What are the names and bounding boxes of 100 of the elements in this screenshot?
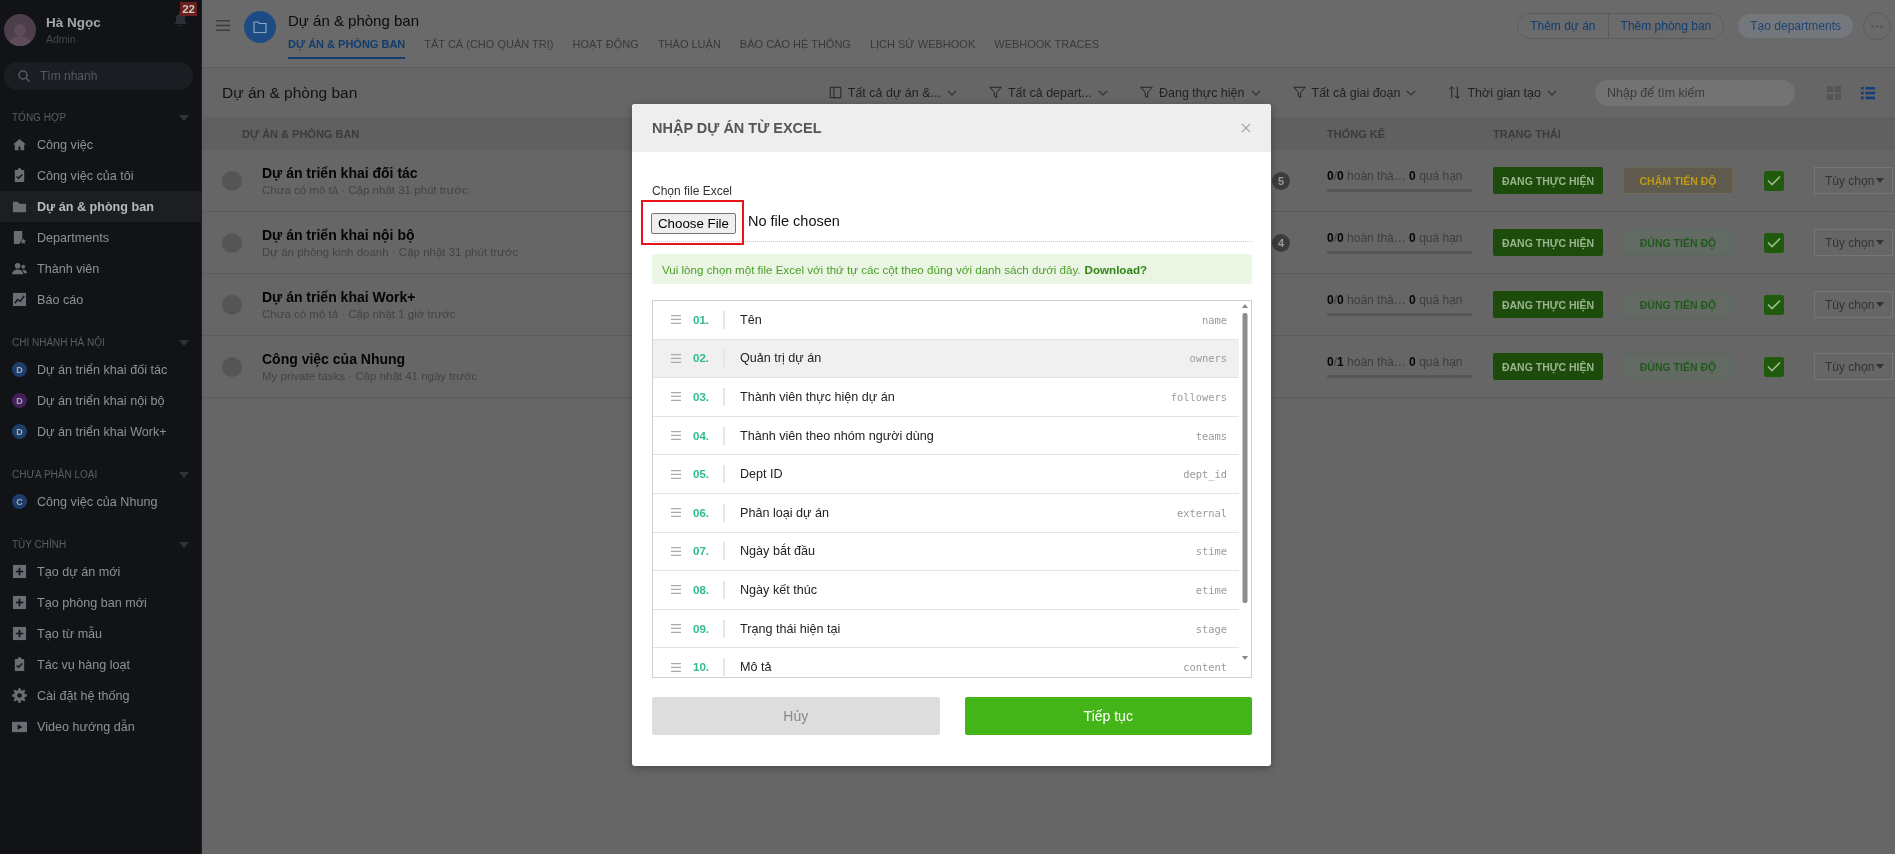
column-label: Quản trị dự án: [740, 351, 823, 366]
sidebar-item[interactable]: Thành viên: [0, 253, 201, 284]
sidebar-item[interactable]: Tạo phòng ban mới: [0, 587, 201, 618]
stage-badge[interactable]: ĐANG THỰC HIỆN: [1493, 167, 1603, 194]
filter-dropdown[interactable]: Tất cả depart...: [982, 84, 1114, 101]
progress-status-badge: CHẬM TIẾN ĐỘ: [1623, 167, 1733, 194]
sidebar-item[interactable]: Video hướng dẫn: [0, 711, 201, 742]
chart-icon: [12, 292, 27, 307]
choose-file-button[interactable]: Choose File: [651, 213, 736, 234]
project-name[interactable]: Dự án triển khai đối tác: [262, 165, 468, 181]
sidebar-item[interactable]: Dự án & phòng ban: [0, 191, 201, 222]
columns-icon: [828, 86, 842, 99]
caret-icon: [1876, 240, 1885, 245]
sidebar-item[interactable]: C Công việc của Nhung: [0, 486, 201, 517]
column-index: 08.: [693, 583, 710, 596]
column-label: Ngày kết thúc: [740, 582, 818, 597]
column-list-row[interactable]: 07. Ngày bắt đầu stime: [653, 532, 1239, 572]
column-label: Thành viên thực hiện dự án: [740, 390, 896, 404]
drag-handle-icon[interactable]: [671, 353, 681, 363]
field-key: teams: [1195, 429, 1227, 442]
column-label: Mô tả: [740, 660, 773, 675]
document-star-icon: [12, 230, 27, 245]
drag-handle-icon[interactable]: [671, 431, 681, 441]
column-list-row[interactable]: 02. Quản trị dự án owners: [653, 339, 1239, 379]
field-key: stage: [1195, 622, 1227, 635]
chevron-down-icon: [946, 89, 957, 96]
page-title: Dự án & phòng ban: [288, 12, 420, 29]
continue-button[interactable]: Tiếp tục: [964, 697, 1252, 735]
column-index: 07.: [693, 545, 710, 558]
project-name[interactable]: Công việc của Nhung: [262, 351, 478, 367]
folder-icon: [244, 11, 276, 43]
filter-dropdown[interactable]: Tất cả dự án &...: [822, 84, 963, 101]
column-list-row[interactable]: 04. Thành viên theo nhóm người dùng teams: [653, 416, 1239, 456]
chevron-down-icon: [1406, 89, 1417, 96]
plus-square-icon: [12, 564, 27, 579]
checkbox[interactable]: [1764, 232, 1784, 253]
search-field[interactable]: Tìm nhanh: [4, 62, 193, 90]
sidebar-item[interactable]: Công việc: [0, 129, 201, 160]
sidebar-item[interactable]: Công việc của tôi: [0, 160, 201, 191]
folder-icon: [12, 199, 27, 214]
column-index: 01.: [693, 313, 710, 326]
list-view-icon[interactable]: [1861, 85, 1875, 100]
sidebar-item[interactable]: D Dự án triển khai Work+: [0, 416, 201, 447]
menu-icon[interactable]: [216, 20, 230, 31]
drag-handle-icon[interactable]: [671, 624, 681, 634]
drag-handle-icon[interactable]: [671, 469, 681, 479]
home-icon: [12, 137, 27, 152]
column-list-row[interactable]: 10. Mô tả content: [653, 648, 1239, 677]
filter-dropdown[interactable]: Đang thực hiện: [1134, 84, 1267, 101]
project-letter-badge: D: [12, 362, 27, 377]
drag-handle-icon[interactable]: [671, 546, 681, 556]
stage-badge[interactable]: ĐANG THỰC HIỆN: [1493, 229, 1603, 256]
caret-icon: [1876, 364, 1885, 369]
scrollbar[interactable]: [1241, 303, 1249, 662]
sidebar-item[interactable]: Báo cáo: [0, 284, 201, 315]
checkbox[interactable]: [1764, 356, 1784, 377]
caret-icon[interactable]: [179, 471, 189, 478]
sidebar-item[interactable]: Tác vụ hàng loạt: [0, 649, 201, 680]
drag-handle-icon[interactable]: [671, 508, 681, 518]
drag-handle-icon[interactable]: [671, 585, 681, 595]
notification-count: 22: [180, 2, 197, 16]
column-list-row[interactable]: 01. Tên name: [653, 301, 1239, 340]
column-label: Dept ID: [740, 467, 784, 482]
sidebar-item[interactable]: Departments: [0, 222, 201, 253]
filter-dropdown[interactable]: Thời gian tạo: [1442, 84, 1563, 101]
check-icon: [1767, 175, 1781, 186]
column-list-row[interactable]: 09. Trạng thái hiện tại stage: [653, 609, 1239, 649]
sidebar-item[interactable]: D Dự án triển khai đối tác: [0, 354, 201, 385]
checkbox[interactable]: [1764, 170, 1784, 191]
project-name[interactable]: Dự án triển khai Work+: [262, 289, 456, 305]
drag-handle-icon[interactable]: [671, 392, 681, 402]
column-index: 10.: [693, 661, 710, 674]
bell-icon[interactable]: [174, 12, 187, 26]
close-icon[interactable]: [1241, 123, 1251, 133]
sidebar-item[interactable]: D Dự án triển khai nội bộ: [0, 385, 201, 416]
project-name[interactable]: Dự án triển khai nội bộ: [262, 227, 519, 243]
download-link[interactable]: Download?: [1084, 262, 1148, 276]
filter-icon: [1292, 86, 1306, 99]
cancel-button[interactable]: Hủy: [652, 697, 940, 735]
sidebar-item[interactable]: Tạo dự án mới: [0, 556, 201, 587]
sidebar-item[interactable]: Cài đặt hệ thống: [0, 680, 201, 711]
drag-handle-icon[interactable]: [671, 662, 681, 672]
column-index: 04.: [693, 429, 710, 442]
caret-icon[interactable]: [179, 339, 189, 346]
stage-badge[interactable]: ĐANG THỰC HIỆN: [1493, 353, 1603, 380]
drag-handle-icon[interactable]: [671, 315, 681, 325]
caret-icon[interactable]: [179, 114, 189, 121]
stage-badge[interactable]: ĐANG THỰC HIỆN: [1493, 291, 1603, 318]
sidebar-item[interactable]: Tạo từ mẫu: [0, 618, 201, 649]
column-list-row[interactable]: 06. Phân loại dự án external: [653, 493, 1239, 533]
column-label: Trạng thái hiện tại: [740, 621, 842, 636]
column-list-row[interactable]: 05. Dept ID dept_id: [653, 455, 1239, 494]
caret-icon[interactable]: [179, 541, 189, 548]
column-label: Thành viên theo nhóm người dùng: [740, 428, 935, 443]
column-list-row[interactable]: 08. Ngày kết thúc etime: [653, 571, 1239, 610]
checkbox[interactable]: [1764, 294, 1784, 315]
avatar[interactable]: [4, 14, 36, 46]
filter-dropdown[interactable]: Tất cả giai đoạn: [1286, 84, 1423, 101]
column-list-row[interactable]: 03. Thành viên thực hiện dự án followers: [653, 378, 1239, 417]
column-index: 06.: [693, 506, 710, 519]
